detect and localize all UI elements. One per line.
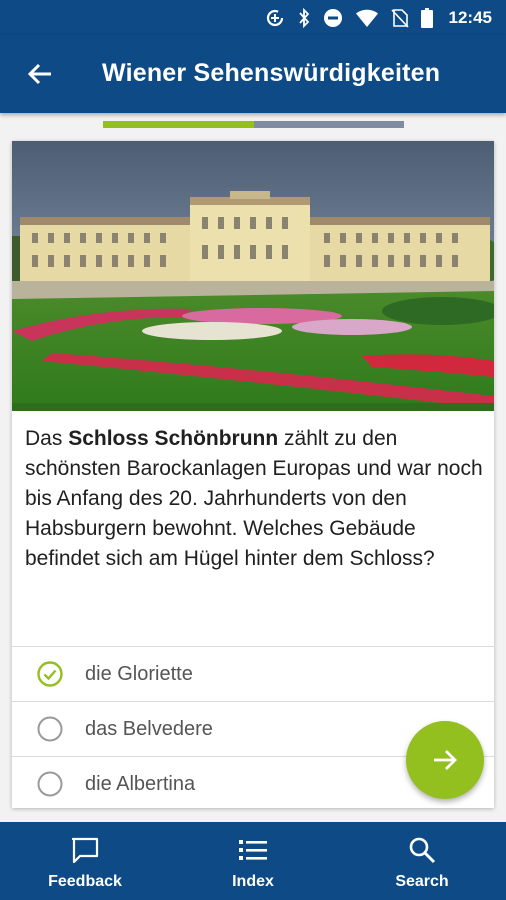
next-button[interactable]: [406, 721, 484, 799]
search-icon: [408, 836, 436, 864]
radio-empty-icon: [37, 716, 63, 742]
answer-label: das Belvedere: [85, 717, 213, 740]
question-text: Das Schloss Schönbrunn zählt zu den schö…: [25, 424, 485, 574]
feedback-icon: [70, 836, 100, 864]
nav-search-label: Search: [395, 873, 449, 890]
app-bar: Wiener Sehenswürdigkeiten: [0, 35, 506, 113]
nav-feedback[interactable]: Feedback: [25, 822, 145, 900]
bluetooth-icon: [298, 7, 309, 28]
arrow-forward-icon: [434, 750, 457, 770]
nav-search[interactable]: Search: [362, 822, 482, 900]
arrow-back-icon: [27, 63, 51, 85]
check-circle-icon: [37, 661, 63, 687]
answer-label: die Albertina: [85, 772, 196, 795]
quiz-progress-bar: [103, 121, 404, 128]
question-text-highlight: Schloss Schönbrunn: [68, 427, 279, 450]
nav-feedback-label: Feedback: [48, 873, 122, 890]
no-sim-icon: [390, 8, 409, 28]
battery-icon: [420, 7, 433, 28]
answer-option-gloriette[interactable]: die Gloriette: [12, 646, 494, 701]
nav-index-label: Index: [232, 873, 274, 890]
wifi-icon: [355, 9, 378, 27]
bottom-navigation: Feedback Index Search: [0, 822, 506, 900]
back-button[interactable]: [20, 57, 60, 91]
radio-empty-icon: [37, 771, 63, 797]
answer-label: die Gloriette: [85, 662, 193, 685]
status-time: 12:45: [448, 7, 492, 27]
question-text-before: Das: [25, 427, 69, 450]
page-title: Wiener Sehenswürdigkeiten: [102, 59, 441, 87]
data-saver-icon: [266, 9, 283, 26]
status-bar: 12:45: [0, 0, 506, 35]
quiz-progress-fill: [103, 121, 254, 128]
list-icon: [238, 836, 268, 864]
question-card: Das Schloss Schönbrunn zählt zu den schö…: [12, 141, 494, 808]
do-not-disturb-icon: [323, 8, 342, 27]
nav-index[interactable]: Index: [193, 822, 313, 900]
schloss-schoenbrunn-photo: [12, 141, 494, 411]
